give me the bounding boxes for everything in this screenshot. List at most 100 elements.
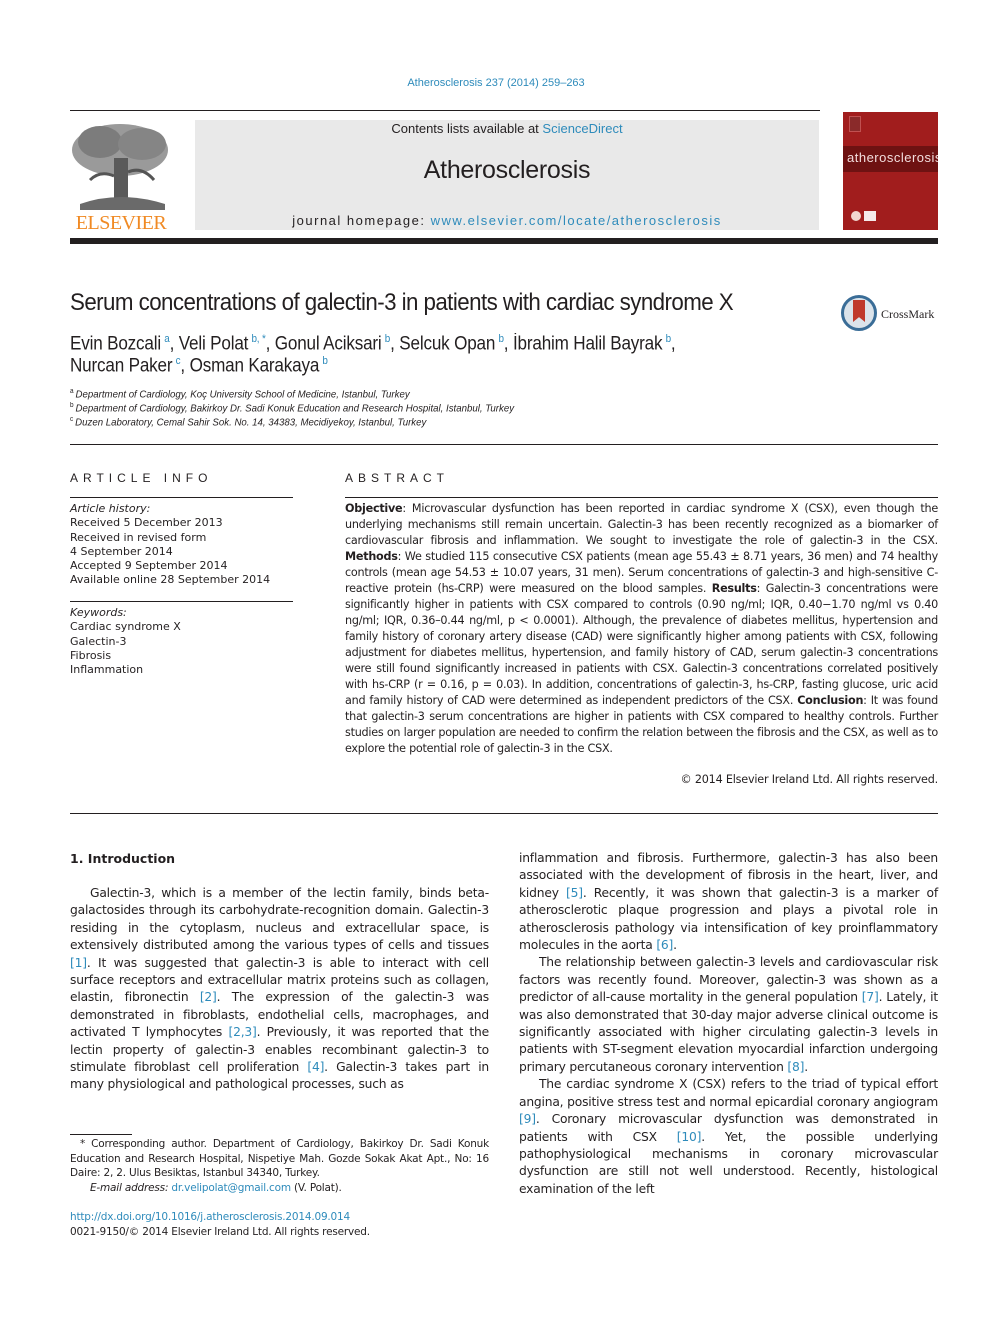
footnote-rule	[70, 1134, 132, 1135]
author-separator: ,	[265, 333, 275, 355]
citation-link[interactable]: [5]	[566, 886, 583, 900]
abstract-rule	[345, 497, 938, 498]
history-item: Received in revised form	[70, 530, 207, 544]
author-affil-link[interactable]: b, *	[251, 333, 265, 345]
abstract-heading: ABSTRACT	[345, 471, 450, 485]
affiliation-key: c	[70, 416, 74, 423]
affiliation-text: Department of Cardiology, Bakirkoy Dr. S…	[75, 402, 515, 415]
affiliation-text: Duzen Laboratory, Cemal Sahir Sok. No. 1…	[75, 416, 427, 429]
history-item: Received 5 December 2013	[70, 516, 223, 530]
methods-label: Methods	[345, 550, 398, 563]
email-link[interactable]: dr.velipolat@gmail.com	[171, 1182, 291, 1194]
text-run: .	[804, 1059, 808, 1074]
affiliations-rule	[70, 444, 938, 445]
abstract-body: Objective: Microvascular dysfunction has…	[345, 501, 938, 757]
citation-link[interactable]: [8]	[787, 1060, 804, 1074]
affiliation-text: Department of Cardiology, Koç University…	[75, 388, 410, 401]
corresponding-author-footnote: * Corresponding author. Department of Ca…	[70, 1137, 489, 1195]
history-label: Article history:	[70, 502, 151, 515]
paragraph: Galectin-3, which is a member of the lec…	[70, 885, 489, 1094]
authors-line-1: Evin Bozcali a, Veli Polat b, *, Gonul A…	[70, 333, 676, 355]
paragraph: The cardiac syndrome X (CSX) refers to t…	[519, 1076, 938, 1198]
keywords-label: Keywords:	[70, 606, 127, 619]
affiliation-key: a	[70, 388, 74, 395]
article-info-rule	[70, 497, 293, 498]
email-label: E-mail address:	[90, 1181, 172, 1194]
author-name[interactable]: Evin Bozcali	[70, 333, 161, 354]
email-suffix: (V. Polat).	[290, 1181, 342, 1194]
objective-text: : Microvascular dysfunction has been rep…	[345, 502, 938, 547]
citation-link[interactable]: [2,3]	[228, 1025, 256, 1039]
crossmark-button[interactable]: CrossMark	[841, 295, 941, 335]
elsevier-logo[interactable]: ELSEVIER	[70, 120, 172, 234]
text-run: . Recently, it was shown that galectin-3…	[519, 885, 938, 953]
citation-link[interactable]: [9]	[519, 1112, 536, 1126]
contents-prefix: Contents lists available at	[391, 121, 543, 136]
results-label: Results	[711, 582, 757, 595]
keywords: Keywords: Cardiac syndrome X Galectin-3 …	[70, 606, 181, 677]
cover-title: atherosclerosis	[847, 150, 938, 165]
keywords-rule	[70, 601, 293, 602]
citation-link[interactable]: [4]	[307, 1060, 324, 1074]
cover-society-logo-icon	[851, 211, 861, 221]
affiliation-a: a Department of Cardiology, Koç Universi…	[70, 388, 410, 401]
journal-cover-image[interactable]: atherosclerosis	[843, 112, 938, 230]
author-name[interactable]: İbrahim Halil Bayrak	[513, 333, 663, 354]
citation-link[interactable]: [7]	[862, 990, 879, 1004]
keyword-item: Fibrosis	[70, 648, 112, 662]
author-name[interactable]: Nurcan Paker	[70, 355, 173, 376]
citation-link[interactable]: [1]	[70, 956, 87, 970]
keyword-item: Cardiac syndrome X	[70, 620, 181, 634]
objective-label: Objective	[345, 502, 403, 515]
citation-link[interactable]: [10]	[677, 1130, 702, 1144]
authors-line-2: Nurcan Paker c, Osman Karakaya b	[70, 355, 328, 377]
homepage-prefix: journal homepage:	[292, 213, 431, 228]
author-separator: ,	[503, 333, 513, 355]
author-name[interactable]: Osman Karakaya	[190, 355, 320, 376]
doi-link[interactable]: http://dx.doi.org/10.1016/j.atherosclero…	[70, 1211, 350, 1223]
citation-link[interactable]: [6]	[656, 938, 673, 952]
header-thick-rule	[70, 238, 938, 244]
paragraph: inflammation and fibrosis. Furthermore, …	[519, 850, 938, 954]
header-top-rule	[70, 110, 820, 111]
body-column-right: inflammation and fibrosis. Furthermore, …	[519, 850, 938, 1198]
author-separator: ,	[670, 333, 676, 355]
article-history: Article history: Received 5 December 201…	[70, 502, 270, 588]
crossmark-label: CrossMark	[881, 307, 935, 321]
contents-available-line: Contents lists available at ScienceDirec…	[195, 121, 819, 136]
citation-link[interactable]: [2]	[200, 990, 217, 1004]
author-name[interactable]: Gonul Aciksari	[275, 333, 382, 354]
text-run: The cardiac syndrome X (CSX) refers to t…	[519, 1077, 938, 1109]
sciencedirect-link[interactable]: ScienceDirect	[542, 121, 622, 136]
author-separator: ,	[169, 333, 179, 355]
affiliation-key: b	[70, 402, 74, 409]
issn-copyright: 0021-9150/© 2014 Elsevier Ireland Ltd. A…	[70, 1226, 370, 1238]
journal-homepage-line: journal homepage: www.elsevier.com/locat…	[195, 213, 819, 228]
text-run: Galectin-3, which is a member of the lec…	[70, 886, 489, 953]
cover-elsevier-mark-icon	[849, 116, 861, 132]
journal-homepage-link[interactable]: www.elsevier.com/locate/atherosclerosis	[431, 213, 722, 228]
elsevier-tree-icon	[70, 120, 172, 212]
results-text: : Galectin-3 concentrations were signifi…	[345, 582, 938, 707]
author-separator: ,	[180, 355, 190, 377]
history-item: Accepted 9 September 2014	[70, 559, 228, 573]
author-name[interactable]: Selcuk Opan	[399, 333, 495, 354]
corresponding-author-text: * Corresponding author. Department of Ca…	[70, 1138, 489, 1179]
elsevier-wordmark: ELSEVIER	[75, 212, 167, 234]
author-separator: ,	[390, 333, 400, 355]
affiliation-c: c Duzen Laboratory, Cemal Sahir Sok. No.…	[70, 416, 426, 429]
author-name[interactable]: Veli Polat	[179, 333, 249, 354]
journal-title: Atherosclerosis	[423, 156, 591, 184]
email-line: E-mail address: dr.velipolat@gmail.com (…	[70, 1181, 489, 1196]
body-separator-rule	[70, 813, 938, 814]
text-run: .	[673, 938, 677, 953]
body-column-left: Galectin-3, which is a member of the lec…	[70, 885, 489, 1094]
author-affil-link[interactable]: b	[322, 355, 328, 367]
paragraph: The relationship between galectin-3 leve…	[519, 954, 938, 1076]
keyword-item: Galectin-3	[70, 634, 127, 648]
history-item: Available online 28 September 2014	[70, 573, 271, 587]
journal-citation[interactable]: Atherosclerosis 237 (2014) 259–263	[0, 77, 992, 89]
history-item: 4 September 2014	[70, 544, 173, 558]
article-info-heading: ARTICLE INFO	[70, 471, 213, 485]
affiliation-b: b Department of Cardiology, Bakirkoy Dr.…	[70, 402, 514, 415]
